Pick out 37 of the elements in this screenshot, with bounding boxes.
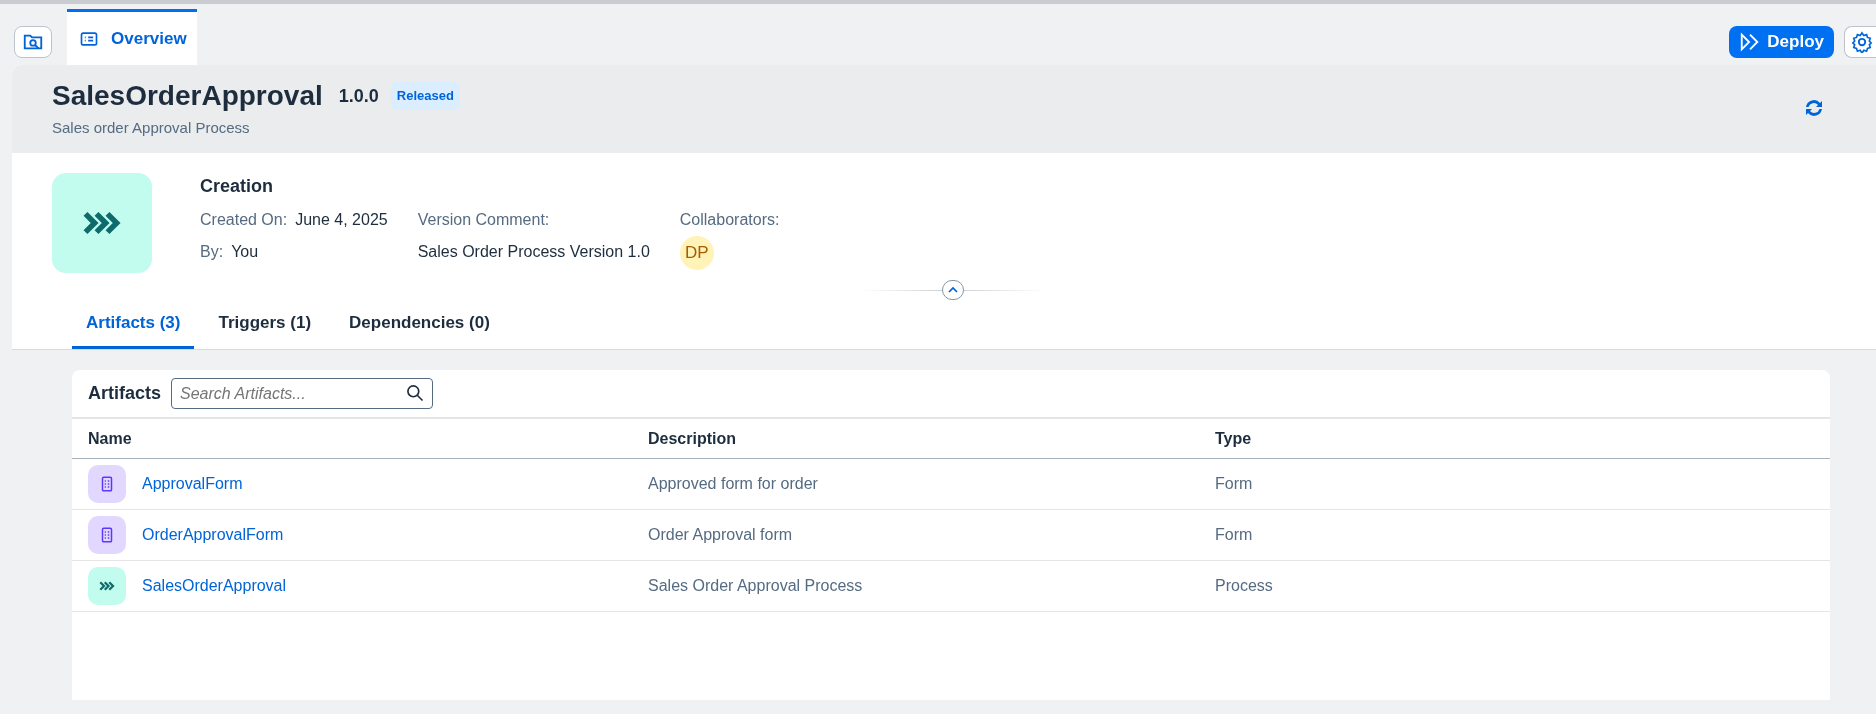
search-icon	[405, 383, 426, 403]
status-badge: Released	[390, 82, 460, 110]
table-cell: Process	[1215, 577, 1273, 594]
artifact-link[interactable]: SalesOrderApproval	[142, 574, 287, 598]
section-tab[interactable]: Dependencies (0)	[335, 300, 504, 349]
column-header: Type	[1215, 429, 1252, 447]
artifact-link[interactable]: OrderApprovalForm	[142, 523, 284, 547]
deploy-button[interactable]: Deploy	[1729, 26, 1834, 58]
search-field[interactable]: Search Artifacts...	[171, 378, 434, 409]
table-title: Artifacts	[88, 382, 162, 405]
field-label: Version Comment:	[417, 210, 551, 230]
field-value: Sales Order Process Version 1.0	[417, 242, 650, 262]
table-cell: Form	[1215, 475, 1253, 492]
column-header: Name	[88, 429, 132, 447]
folder-search-button[interactable]	[14, 26, 52, 58]
table-cell: Order Approval form	[648, 526, 793, 543]
section-tab[interactable]: Artifacts (3)	[72, 300, 195, 349]
avatar[interactable]: DP	[679, 236, 714, 270]
field-value: June 4, 2025	[295, 210, 388, 230]
table-cell: Sales Order Approval Process	[648, 577, 863, 594]
column-header: Description	[648, 429, 736, 447]
section-tab[interactable]: Triggers (1)	[204, 300, 326, 349]
field-label: By:	[200, 242, 224, 262]
settings-icon	[1851, 31, 1873, 53]
artifact-link[interactable]: ApprovalForm	[142, 472, 243, 496]
field-value: You	[231, 242, 259, 262]
overview-tab[interactable]: Overview	[67, 9, 197, 65]
section-heading: Creation	[200, 175, 274, 198]
page-subtitle: Sales order Approval Process	[52, 118, 251, 138]
page-title: SalesOrderApproval	[52, 79, 323, 113]
table-cell: Form	[1215, 526, 1253, 543]
collapse-button[interactable]	[942, 280, 964, 300]
field-label: Collaborators:	[679, 210, 780, 230]
table-cell: Approved form for order	[648, 475, 818, 492]
field-label: Created On:	[200, 210, 288, 230]
settings-button[interactable]	[1844, 26, 1876, 58]
version-label: 1.0.0	[338, 84, 379, 108]
